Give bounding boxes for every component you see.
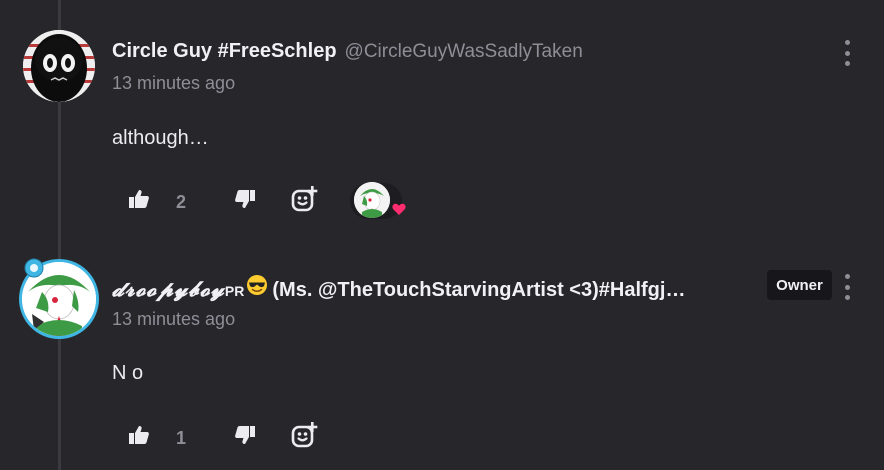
comment-header: 𝓭𝓻𝓸𝓸𝓹𝔂𝓫𝓸𝔂 PR (Ms. @TheTouchStarvingArtis… xyxy=(112,274,685,302)
author-name[interactable]: 𝓭𝓻𝓸𝓸𝓹𝔂𝓫𝓸𝔂 xyxy=(112,276,225,302)
thumbs-down-icon xyxy=(235,190,255,208)
author-name-rest[interactable]: (Ms. @TheTouchStarvingArtist <3)#Halfgj… xyxy=(272,279,685,302)
reaction-chip[interactable] xyxy=(342,181,412,221)
comment-body: although… xyxy=(112,127,209,149)
author-name-suffix: PR xyxy=(224,283,245,299)
comment-header: Circle Guy #FreeSchlep @CircleGuyWasSadl… xyxy=(112,40,583,63)
sunglasses-emoji-icon xyxy=(246,274,268,296)
like-count: 2 xyxy=(176,192,187,212)
avatar-accessory-icon xyxy=(24,258,44,278)
author-handle[interactable]: @CircleGuyWasSadlyTaken xyxy=(345,41,583,63)
creepy-figure-avatar-icon xyxy=(23,30,95,102)
add-reaction-icon xyxy=(291,186,318,212)
thumbs-up-icon xyxy=(129,426,149,444)
more-options-icon[interactable] xyxy=(838,40,856,66)
add-reaction-icon xyxy=(291,422,318,448)
owner-badge: Owner xyxy=(767,270,832,300)
dislike-button[interactable] xyxy=(234,424,256,446)
dislike-button[interactable] xyxy=(234,188,256,210)
like-button[interactable] xyxy=(128,424,150,446)
author-name[interactable]: Circle Guy #FreeSchlep xyxy=(112,40,337,63)
like-count: 1 xyxy=(176,428,187,448)
like-button[interactable] xyxy=(128,188,150,210)
add-reaction-button[interactable] xyxy=(291,421,319,449)
gardevoir-avatar-icon xyxy=(354,182,390,218)
timestamp: 13 minutes ago xyxy=(112,309,236,329)
thumbs-down-icon xyxy=(235,426,255,444)
comment-body: N o xyxy=(112,362,144,384)
comment: Circle Guy #FreeSchlep @CircleGuyWasSadl… xyxy=(0,0,884,240)
comment: 𝓭𝓻𝓸𝓸𝓹𝔂𝓫𝓸𝔂 PR (Ms. @TheTouchStarvingArtis… xyxy=(0,240,884,470)
avatar[interactable] xyxy=(23,30,95,102)
add-reaction-button[interactable] xyxy=(291,185,319,213)
reactor-avatar xyxy=(354,182,390,218)
timestamp: 13 minutes ago xyxy=(112,73,236,93)
thumbs-up-icon xyxy=(129,190,149,208)
heart-icon xyxy=(392,203,406,215)
more-options-icon[interactable] xyxy=(838,274,856,300)
